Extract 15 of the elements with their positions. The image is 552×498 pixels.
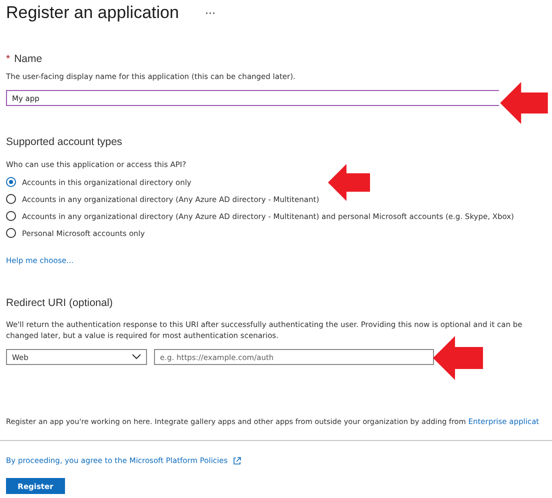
page-title: Register an application xyxy=(6,3,179,23)
section-heading: Redirect URI (optional) xyxy=(6,297,114,309)
arrow-icon xyxy=(328,164,370,201)
required-mark: * xyxy=(6,53,10,65)
radio-button[interactable] xyxy=(6,228,16,238)
field-label: Name xyxy=(14,53,42,65)
arrow-icon xyxy=(500,82,548,124)
chevron-icon xyxy=(132,354,141,360)
radio-button[interactable] xyxy=(6,211,16,221)
radio-button[interactable] xyxy=(6,177,16,187)
more-button[interactable]: ··· xyxy=(204,6,216,20)
radio-button[interactable] xyxy=(6,194,16,204)
external-link-icon xyxy=(232,456,241,464)
arrow-icon xyxy=(433,336,483,380)
section-heading: Supported account types xyxy=(6,136,124,148)
